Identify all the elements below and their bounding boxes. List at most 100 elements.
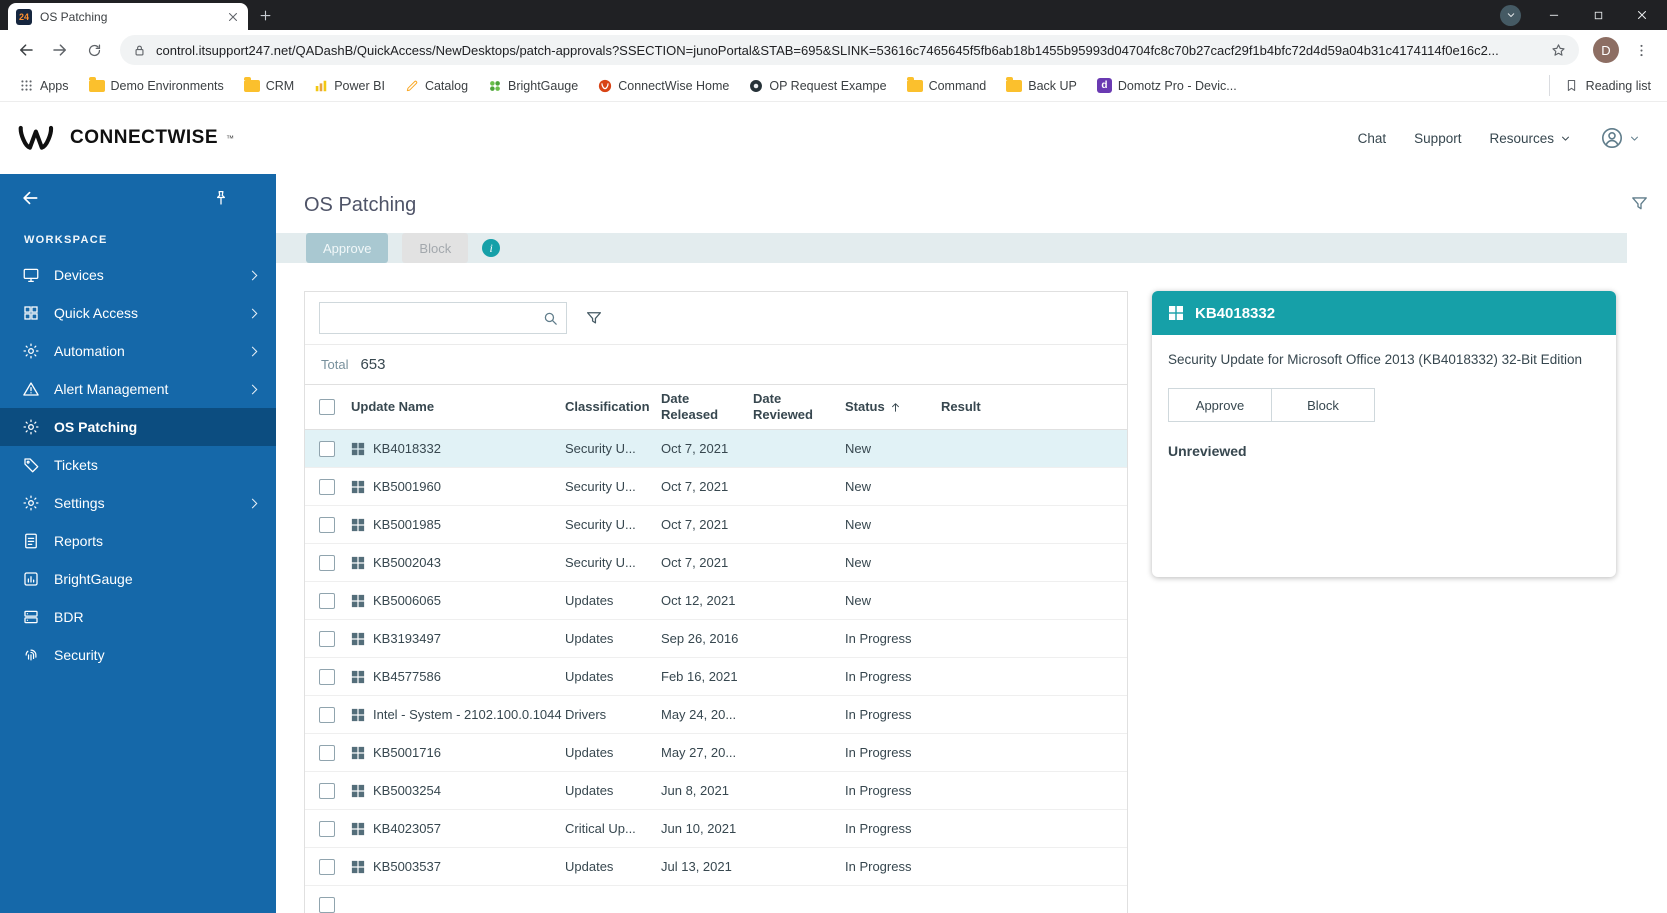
back-button[interactable] <box>10 34 42 66</box>
table-row[interactable]: KB3193497 Updates Sep 26, 2016 In Progre… <box>305 620 1127 658</box>
table-row[interactable]: KB4018332 Security U... Oct 7, 2021 New <box>305 430 1127 468</box>
nav-link-chat[interactable]: Chat <box>1358 131 1387 146</box>
total-value: 653 <box>360 356 386 373</box>
bookmark-item[interactable]: Command <box>900 76 994 96</box>
row-checkbox[interactable] <box>319 858 335 875</box>
table-row[interactable]: KB5003537 Updates Jul 13, 2021 In Progre… <box>305 848 1127 886</box>
table-filter-icon[interactable] <box>585 309 603 327</box>
sidebar-item-automation[interactable]: Automation <box>0 332 276 370</box>
reload-button[interactable] <box>78 34 110 66</box>
row-checkbox[interactable] <box>319 668 335 685</box>
table-row[interactable]: KB4023057 Critical Up... Jun 10, 2021 In… <box>305 810 1127 848</box>
chevron-down-icon <box>1628 132 1641 145</box>
bookmark-star-icon[interactable] <box>1550 42 1567 59</box>
sidebar-item-alert-management[interactable]: Alert Management <box>0 370 276 408</box>
url-text[interactable]: control.itsupport247.net/QADashB/QuickAc… <box>156 43 1541 58</box>
bookmark-item[interactable]: BrightGauge <box>481 76 585 96</box>
reading-list-button[interactable]: Reading list <box>1548 75 1655 96</box>
url-bar[interactable]: control.itsupport247.net/QADashB/QuickAc… <box>120 35 1579 65</box>
row-checkbox[interactable] <box>319 897 335 913</box>
sidebar-item-settings[interactable]: Settings <box>0 484 276 522</box>
approve-button[interactable]: Approve <box>306 233 389 263</box>
block-button[interactable]: Block <box>402 233 469 263</box>
column-classification[interactable]: Classification <box>565 399 661 415</box>
sidebar-item-reports[interactable]: Reports <box>0 522 276 560</box>
row-checkbox[interactable] <box>319 820 335 837</box>
search-input[interactable] <box>327 310 536 326</box>
select-all-checkbox[interactable] <box>319 399 335 415</box>
apps-shortcut[interactable]: Apps <box>12 75 76 96</box>
user-profile-menu[interactable] <box>1600 126 1641 150</box>
row-checkbox[interactable] <box>319 516 335 533</box>
nav-link-resources[interactable]: Resources <box>1489 131 1572 146</box>
sidebar-item-brightgauge[interactable]: BrightGauge <box>0 560 276 598</box>
row-checkbox[interactable] <box>319 478 335 495</box>
windows-icon <box>351 480 365 494</box>
sidebar-item-quick-access[interactable]: Quick Access <box>0 294 276 332</box>
column-date-released[interactable]: Date Released <box>661 391 753 422</box>
date-released-cell: Oct 7, 2021 <box>661 517 729 532</box>
window-maximize-button[interactable] <box>1577 0 1619 30</box>
column-status[interactable]: Status <box>845 399 941 415</box>
info-icon[interactable] <box>482 239 501 257</box>
row-checkbox[interactable] <box>319 782 335 799</box>
workspace-label: WORKSPACE <box>24 234 108 246</box>
domotz-icon: d <box>1096 78 1112 93</box>
nav-link-support[interactable]: Support <box>1414 131 1461 146</box>
tab-close-icon[interactable] <box>226 10 240 24</box>
page-title: OS Patching <box>304 194 417 216</box>
table-row[interactable] <box>305 886 1127 913</box>
window-minimize-button[interactable] <box>1533 0 1575 30</box>
bookmark-item[interactable]: Back UP <box>999 76 1084 96</box>
status-cell: In Progress <box>845 821 912 836</box>
new-tab-button[interactable] <box>252 2 278 28</box>
sidebar-item-label: Tickets <box>54 457 98 473</box>
detail-approve-button[interactable]: Approve <box>1168 388 1272 422</box>
sidebar-item-bdr[interactable]: BDR <box>0 598 276 636</box>
bookmark-item[interactable]: ConnectWise Home <box>591 76 736 96</box>
row-checkbox[interactable] <box>319 744 335 761</box>
classification-cell: Security U... <box>565 479 636 494</box>
window-close-button[interactable] <box>1621 0 1663 30</box>
table-row[interactable]: KB4577586 Updates Feb 16, 2021 In Progre… <box>305 658 1127 696</box>
row-checkbox[interactable] <box>319 592 335 609</box>
tab-search-icon[interactable] <box>1500 4 1521 26</box>
column-result[interactable]: Result <box>941 399 1127 415</box>
row-checkbox[interactable] <box>319 706 335 723</box>
browser-tab[interactable]: 24 OS Patching <box>8 3 248 30</box>
bookmark-item[interactable]: CRM <box>237 76 301 96</box>
sidebar-item-devices[interactable]: Devices <box>0 256 276 294</box>
chevron-right-icon <box>247 384 258 394</box>
browser-profile-avatar[interactable]: D <box>1593 37 1619 63</box>
search-icon[interactable] <box>542 310 559 327</box>
resources-label: Resources <box>1489 130 1554 146</box>
bookmark-item[interactable]: d Domotz Pro - Devic... <box>1090 75 1244 96</box>
table-row[interactable]: KB5002043 Security U... Oct 7, 2021 New <box>305 544 1127 582</box>
table-row[interactable]: KB5001960 Security U... Oct 7, 2021 New <box>305 468 1127 506</box>
forward-button[interactable] <box>44 34 76 66</box>
sidebar-item-os-patching[interactable]: OS Patching <box>0 408 276 446</box>
detail-block-button[interactable]: Block <box>1271 388 1375 422</box>
sidebar-item-tickets[interactable]: Tickets <box>0 446 276 484</box>
table-row[interactable]: KB5003254 Updates Jun 8, 2021 In Progres… <box>305 772 1127 810</box>
browser-menu-icon[interactable] <box>1625 34 1657 66</box>
table-row[interactable]: KB5001716 Updates May 27, 20... In Progr… <box>305 734 1127 772</box>
bookmark-item[interactable]: OP Request Exampe <box>742 76 893 96</box>
column-update-name[interactable]: Update Name <box>351 399 565 415</box>
bookmark-item[interactable]: Power BI <box>307 76 392 96</box>
collapse-sidebar-icon[interactable] <box>20 188 40 208</box>
table-row[interactable]: Intel - System - 2102.100.0.1044 Drivers… <box>305 696 1127 734</box>
bookmark-item[interactable]: Demo Environments <box>82 76 231 96</box>
row-checkbox[interactable] <box>319 630 335 647</box>
trademark: ™ <box>226 133 234 143</box>
row-checkbox[interactable] <box>319 554 335 571</box>
bookmark-item[interactable]: Catalog <box>398 76 475 96</box>
search-box[interactable] <box>319 302 567 334</box>
column-date-reviewed[interactable]: Date Reviewed <box>753 391 845 422</box>
table-row[interactable]: KB5001985 Security U... Oct 7, 2021 New <box>305 506 1127 544</box>
pin-icon[interactable] <box>212 189 230 207</box>
row-checkbox[interactable] <box>319 440 335 457</box>
page-filter-icon[interactable] <box>1630 194 1649 213</box>
table-row[interactable]: KB5006065 Updates Oct 12, 2021 New <box>305 582 1127 620</box>
sidebar-item-security[interactable]: Security <box>0 636 276 674</box>
